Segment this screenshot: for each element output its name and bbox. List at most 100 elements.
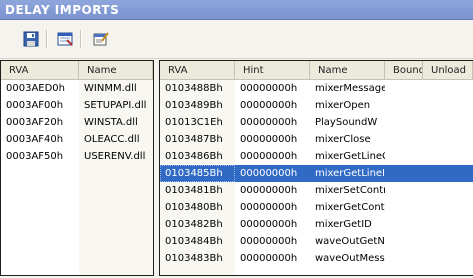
window-title: DELAY IMPORTS xyxy=(0,0,473,20)
bound-cell xyxy=(385,114,423,131)
rva-cell: 01013C1Eh xyxy=(165,117,223,128)
rva-cell: 0103489Bh xyxy=(165,100,223,111)
function-name-cell: mixerMessage xyxy=(315,83,385,94)
dll-name-cell: WINSTA.dll xyxy=(84,117,138,128)
bound-cell xyxy=(385,216,423,233)
rva-cell: 0103487Bh xyxy=(165,134,223,145)
rva-cell: 0103481Bh xyxy=(165,185,223,196)
bound-cell xyxy=(385,131,423,148)
dll-list-header: RVA Name xyxy=(1,61,153,80)
view-icon xyxy=(57,32,73,46)
bound-cell xyxy=(385,165,423,182)
rva-cell: 0103486Bh xyxy=(165,151,223,162)
properties-button[interactable] xyxy=(90,28,112,50)
unload-cell xyxy=(423,148,473,165)
function-rows: 0103488Bh 00000000h mixerMessage 0103489Bh 0… xyxy=(160,80,473,267)
column-header-unload[interactable]: Unload xyxy=(423,61,473,79)
unload-cell xyxy=(423,80,473,97)
column-header-rva[interactable]: RVA xyxy=(160,61,235,79)
rva-cell: 0103488Bh xyxy=(165,83,223,94)
function-name-cell: mixerGetCont xyxy=(315,202,385,213)
properties-icon xyxy=(93,32,109,46)
table-row[interactable]: 01013C1Eh 00000000h PlaySoundW xyxy=(160,114,473,131)
function-name-cell: mixerGetID xyxy=(315,219,372,230)
unload-cell xyxy=(423,250,473,267)
column-header-name[interactable]: Name xyxy=(310,61,385,79)
dll-list[interactable]: RVA Name 0003AED0h WINMM.dll 0003AF00h S… xyxy=(0,60,154,276)
table-row[interactable]: 0103487Bh 00000000h mixerClose xyxy=(160,131,473,148)
function-name-cell: PlaySoundW xyxy=(315,117,378,128)
list-item[interactable]: 0003AF40h OLEACC.dll xyxy=(1,131,153,148)
rva-cell: 0003AF20h xyxy=(6,117,64,128)
column-header-hint[interactable]: Hint xyxy=(235,61,310,79)
hint-cell: 00000000h xyxy=(240,83,298,94)
dll-name-cell: USERENV.dll xyxy=(84,151,146,162)
rva-cell: 0103480Bh xyxy=(165,202,223,213)
function-name-cell: waveOutGetN xyxy=(315,236,385,247)
rva-cell: 0103483Bh xyxy=(165,253,223,264)
column-header-rva[interactable]: RVA xyxy=(1,61,79,79)
bound-cell xyxy=(385,148,423,165)
bound-cell xyxy=(385,250,423,267)
unload-cell xyxy=(423,131,473,148)
list-item[interactable]: 0003AF00h SETUPAPI.dll xyxy=(1,97,153,114)
hint-cell: 00000000h xyxy=(240,100,298,111)
toolbar-separator xyxy=(46,30,48,48)
hint-cell: 00000000h xyxy=(240,134,298,145)
table-row[interactable]: 0103486Bh 00000000h mixerGetLineC xyxy=(160,148,473,165)
bound-cell xyxy=(385,80,423,97)
toolbar-separator xyxy=(80,30,82,48)
function-name-cell: mixerGetLineC xyxy=(315,151,385,162)
table-row[interactable]: 0103484Bh 00000000h waveOutGetN xyxy=(160,233,473,250)
save-button[interactable] xyxy=(20,28,42,50)
rva-cell: 0003AF00h xyxy=(6,100,64,111)
function-list-header: RVA Hint Name Bound Unload xyxy=(160,61,473,80)
dll-name-cell: OLEACC.dll xyxy=(84,134,140,145)
table-row[interactable]: 0103483Bh 00000000h waveOutMess xyxy=(160,250,473,267)
function-list[interactable]: RVA Hint Name Bound Unload 0103488Bh 0000… xyxy=(159,60,473,276)
unload-cell xyxy=(423,199,473,216)
function-name-cell: waveOutMess xyxy=(315,253,385,264)
unload-cell xyxy=(423,97,473,114)
rva-cell: 0003AED0h xyxy=(6,83,66,94)
toolbar xyxy=(0,20,473,59)
function-name-cell: mixerGetLineI xyxy=(310,165,385,182)
bound-cell xyxy=(385,199,423,216)
rva-cell: 0103482Bh xyxy=(165,219,223,230)
rva-cell: 0103484Bh xyxy=(165,236,223,247)
hint-cell: 00000000h xyxy=(235,165,310,182)
table-row[interactable]: 0103485Bh 00000000h mixerGetLineI xyxy=(160,165,473,182)
save-icon xyxy=(23,31,39,47)
unload-cell xyxy=(423,165,473,182)
list-item[interactable]: 0003AF20h WINSTA.dll xyxy=(1,114,153,131)
rva-cell: 0003AF50h xyxy=(6,151,64,162)
table-row[interactable]: 0103489Bh 00000000h mixerOpen xyxy=(160,97,473,114)
unload-cell xyxy=(423,216,473,233)
rva-cell: 0003AF40h xyxy=(6,134,64,145)
dll-name-cell: SETUPAPI.dll xyxy=(84,100,147,111)
table-row[interactable]: 0103480Bh 00000000h mixerGetCont xyxy=(160,199,473,216)
unload-cell xyxy=(423,233,473,250)
table-row[interactable]: 0103482Bh 00000000h mixerGetID xyxy=(160,216,473,233)
function-name-cell: mixerOpen xyxy=(315,100,371,111)
hint-cell: 00000000h xyxy=(240,219,298,230)
view-button[interactable] xyxy=(54,28,76,50)
column-header-bound[interactable]: Bound xyxy=(385,61,423,79)
list-item[interactable]: 0003AF50h USERENV.dll xyxy=(1,148,153,165)
unload-cell xyxy=(423,114,473,131)
list-item[interactable]: 0003AED0h WINMM.dll xyxy=(1,80,153,97)
hint-cell: 00000000h xyxy=(240,117,298,128)
hint-cell: 00000000h xyxy=(240,185,298,196)
hint-cell: 00000000h xyxy=(240,202,298,213)
table-row[interactable]: 0103488Bh 00000000h mixerMessage xyxy=(160,80,473,97)
bound-cell xyxy=(385,233,423,250)
function-name-cell: mixerSetContr xyxy=(315,185,385,196)
hint-cell: 00000000h xyxy=(240,253,298,264)
column-header-name[interactable]: Name xyxy=(79,61,153,79)
unload-cell xyxy=(423,182,473,199)
function-name-cell: mixerClose xyxy=(315,134,371,145)
bound-cell xyxy=(385,182,423,199)
dll-name-cell: WINMM.dll xyxy=(84,83,137,94)
hint-cell: 00000000h xyxy=(240,151,298,162)
table-row[interactable]: 0103481Bh 00000000h mixerSetContr xyxy=(160,182,473,199)
